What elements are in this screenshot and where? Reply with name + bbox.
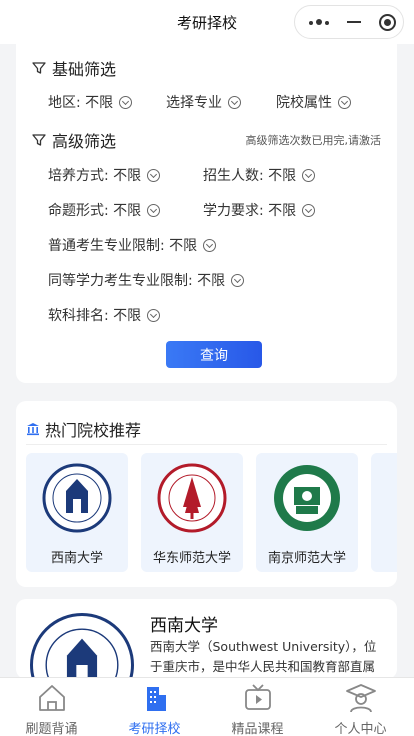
school-card[interactable]: 华东师范大学	[141, 453, 243, 572]
funnel-icon	[32, 134, 46, 146]
school-logo	[30, 613, 134, 679]
basic-filter-title: 基础筛选	[32, 56, 116, 80]
filter-region[interactable]: 地区: 不限	[48, 92, 133, 112]
chevron-down-icon	[147, 203, 161, 217]
school-card[interactable]: 西南大学	[26, 453, 128, 572]
advanced-filter-title: 高级筛选	[32, 128, 116, 152]
school-detail-description: 西南大学（Southwest University），位于重庆市，是中华人民共和…	[150, 639, 377, 674]
school-detail-card[interactable]: 西南大学 西南大学（Southwest University），位于重庆市，是中…	[16, 599, 397, 679]
school-logo	[157, 463, 227, 533]
close-icon[interactable]	[379, 14, 396, 31]
tab-practice[interactable]: 刷题背诵	[0, 678, 103, 736]
more-icon[interactable]	[309, 16, 331, 28]
building-icon	[147, 687, 166, 711]
filter-training-mode[interactable]: 培养方式: 不限	[48, 165, 161, 185]
chevron-down-icon	[231, 273, 245, 287]
mini-program-capsule	[294, 5, 404, 39]
school-detail-name: 西南大学	[150, 616, 218, 636]
chevron-down-icon	[228, 95, 241, 109]
school-name: 华东师范大学	[152, 551, 231, 566]
chevron-down-icon	[147, 308, 161, 322]
top-bar: 考研择校	[0, 0, 414, 44]
graduate-icon	[346, 684, 376, 713]
divider	[26, 444, 387, 445]
school-card[interactable]: 南京师范大学	[256, 453, 358, 572]
school-name: 南京师范大学	[267, 551, 346, 566]
query-button[interactable]: 查询	[166, 341, 262, 368]
chevron-down-icon	[119, 95, 133, 109]
chevron-down-icon	[338, 95, 351, 109]
filter-enrollment[interactable]: 招生人数: 不限	[203, 165, 316, 185]
hot-schools-card: 热门院校推荐 西南大学 华东师范大学 南京师范大学	[16, 401, 397, 587]
school-logo	[274, 465, 340, 531]
school-card-partial[interactable]	[371, 453, 397, 572]
filter-school-type[interactable]: 院校属性	[276, 92, 351, 112]
filter-card: 基础筛选 地区: 不限 选择专业 院校属性 高级筛选 高级筛选次数已用完,请激活…	[16, 44, 397, 383]
filter-exam-form[interactable]: 命题形式: 不限	[48, 200, 161, 220]
school-name: 西南大学	[50, 551, 103, 566]
filter-ranking[interactable]: 软科排名: 不限	[48, 305, 161, 325]
tab-profile[interactable]: 个人中心	[309, 678, 412, 736]
filter-regular-major-limit[interactable]: 普通考生专业限制: 不限	[48, 235, 217, 255]
tab-courses[interactable]: 精品课程	[206, 678, 309, 736]
tab-bar: 刷题背诵 考研择校 精品课程 个人中心	[0, 677, 414, 736]
chevron-down-icon	[147, 168, 161, 182]
advanced-filter-note: 高级筛选次数已用完,请激活	[245, 134, 382, 147]
filter-degree-req[interactable]: 学力要求: 不限	[203, 200, 316, 220]
hot-schools-title: 热门院校推荐	[26, 417, 141, 441]
minimize-icon[interactable]	[347, 21, 361, 23]
funnel-icon	[32, 62, 46, 74]
tv-icon	[245, 684, 271, 710]
filter-equivalent-major-limit[interactable]: 同等学力考生专业限制: 不限	[48, 270, 245, 290]
school-logo	[42, 463, 112, 533]
bank-icon	[27, 423, 39, 436]
chevron-down-icon	[302, 168, 316, 182]
tab-school-select[interactable]: 考研择校	[103, 678, 206, 736]
chevron-down-icon	[302, 203, 316, 217]
chevron-down-icon	[203, 238, 217, 252]
filter-major[interactable]: 选择专业	[166, 92, 241, 112]
home-icon	[39, 685, 65, 711]
